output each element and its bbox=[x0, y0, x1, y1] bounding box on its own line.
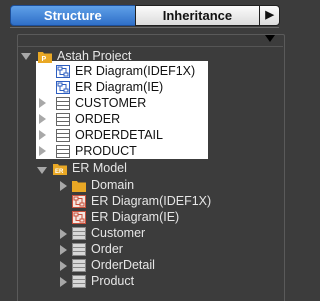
expanded-arrow-icon bbox=[21, 53, 31, 60]
panel-menu-arrow-icon[interactable] bbox=[265, 35, 275, 42]
tree-node-er-model[interactable]: ER ER Model bbox=[53, 160, 127, 176]
collapsed-arrow-icon bbox=[60, 245, 67, 255]
tree-node-label: Astah Project bbox=[57, 49, 132, 63]
expand-toggle[interactable] bbox=[37, 114, 47, 124]
entity-icon bbox=[56, 144, 70, 158]
svg-text:P: P bbox=[42, 56, 47, 63]
tree-node-label: CUSTOMER bbox=[75, 96, 147, 110]
expand-toggle[interactable] bbox=[58, 261, 68, 271]
tree-node-label: Order bbox=[91, 242, 123, 256]
project-folder-icon: P bbox=[38, 51, 52, 63]
folder-icon bbox=[72, 180, 86, 192]
er-diagram-icon bbox=[56, 64, 70, 78]
view-tab-bar: Structure Inheritance ▶ bbox=[10, 5, 280, 26]
tree-node-label: ORDERDETAIL bbox=[75, 128, 163, 142]
tree-node-label: Customer bbox=[91, 226, 146, 240]
tree-node-label: ER Diagram(IE) bbox=[91, 210, 180, 224]
tree-node-label: ER Diagram(IDEF1X) bbox=[91, 194, 212, 208]
entity-icon bbox=[72, 242, 86, 256]
tree-node-model-item[interactable]: Domain bbox=[72, 177, 134, 193]
tab-divider bbox=[10, 27, 279, 28]
tab-structure[interactable]: Structure bbox=[10, 5, 136, 26]
tree-node-label: ER Model bbox=[72, 161, 127, 175]
tree-node-project-item[interactable]: ER Diagram(IE) bbox=[56, 79, 163, 95]
er-model-folder-icon: ER bbox=[53, 163, 67, 175]
collapsed-arrow-icon bbox=[39, 130, 46, 140]
expand-toggle[interactable] bbox=[58, 245, 68, 255]
tree-node-project-item[interactable]: PRODUCT bbox=[56, 143, 137, 159]
expand-toggle[interactable] bbox=[37, 146, 47, 156]
tree-node-project-item[interactable]: ORDERDETAIL bbox=[56, 127, 163, 143]
svg-text:ER: ER bbox=[55, 169, 64, 175]
tree-node-label: Domain bbox=[91, 178, 135, 192]
er-diagram-icon bbox=[72, 194, 86, 208]
tree-node-model-item[interactable]: ER Diagram(IDEF1X) bbox=[72, 193, 211, 209]
expand-toggle[interactable] bbox=[58, 181, 68, 191]
tree-node-model-item[interactable]: ER Diagram(IE) bbox=[72, 209, 179, 225]
entity-icon bbox=[72, 258, 86, 272]
panel-header-divider bbox=[18, 46, 283, 47]
tree-node-model-item[interactable]: OrderDetail bbox=[72, 257, 155, 273]
entity-icon bbox=[56, 112, 70, 126]
tab-overflow-button[interactable]: ▶ bbox=[259, 5, 280, 26]
er-diagram-icon bbox=[72, 210, 86, 224]
expand-toggle[interactable] bbox=[58, 229, 68, 239]
tree-node-model-item[interactable]: Product bbox=[72, 273, 134, 289]
expand-toggle[interactable] bbox=[37, 130, 47, 140]
tree-node-label: Product bbox=[91, 274, 135, 288]
tree-node-model-item[interactable]: Order bbox=[72, 241, 123, 257]
tree-node-model-item[interactable]: Customer bbox=[72, 225, 145, 241]
tree-node-project[interactable]: P Astah Project bbox=[38, 48, 131, 64]
tree-node-label: PRODUCT bbox=[75, 144, 137, 158]
er-diagram-icon bbox=[56, 80, 70, 94]
tab-inheritance[interactable]: Inheritance bbox=[134, 5, 261, 26]
collapsed-arrow-icon bbox=[60, 261, 67, 271]
collapsed-arrow-icon bbox=[60, 277, 67, 287]
tree-node-label: OrderDetail bbox=[91, 258, 155, 272]
tree-node-label: ORDER bbox=[75, 112, 121, 126]
expand-toggle[interactable] bbox=[37, 98, 47, 108]
tree-node-project-item[interactable]: ER Diagram(IDEF1X) bbox=[56, 63, 195, 79]
collapsed-arrow-icon bbox=[39, 98, 46, 108]
entity-icon bbox=[56, 96, 70, 110]
tree-node-label: ER Diagram(IDEF1X) bbox=[75, 64, 196, 78]
collapsed-arrow-icon bbox=[60, 181, 67, 191]
entity-icon bbox=[72, 226, 86, 240]
tree-node-label: ER Diagram(IE) bbox=[75, 80, 164, 94]
collapsed-arrow-icon bbox=[39, 146, 46, 156]
entity-icon bbox=[72, 274, 86, 288]
entity-icon bbox=[56, 128, 70, 142]
expand-toggle[interactable] bbox=[58, 277, 68, 287]
er-model-expand-toggle[interactable] bbox=[37, 165, 47, 175]
expanded-arrow-icon bbox=[37, 167, 47, 174]
tree-node-project-item[interactable]: ORDER bbox=[56, 111, 120, 127]
tree-node-project-item[interactable]: CUSTOMER bbox=[56, 95, 146, 111]
collapsed-arrow-icon bbox=[60, 229, 67, 239]
collapsed-arrow-icon bbox=[39, 114, 46, 124]
project-expand-toggle[interactable] bbox=[21, 51, 31, 61]
